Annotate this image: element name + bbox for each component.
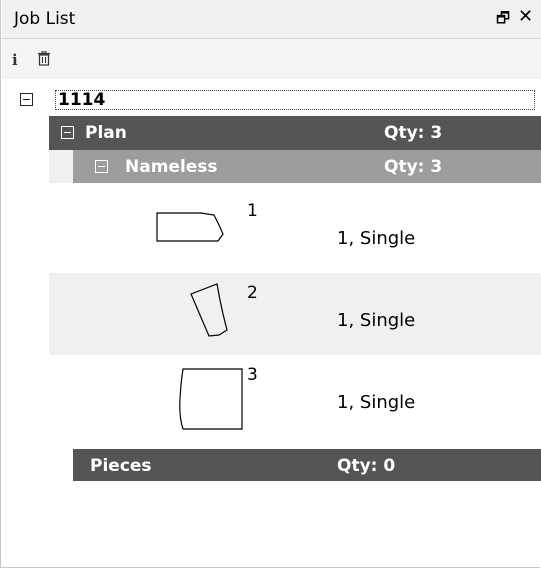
indent-spacer [49, 150, 73, 183]
collapse-icon[interactable] [20, 93, 33, 106]
plan-node[interactable]: Plan Qty: 3 [49, 116, 541, 150]
pin-icon[interactable]: 🗗 [496, 8, 510, 33]
info-icon[interactable]: i [12, 51, 18, 69]
delete-icon[interactable] [37, 50, 51, 70]
piece-row[interactable]: 3 1, Single [49, 355, 541, 442]
piece-shape-icon [179, 368, 243, 430]
pieces-node[interactable]: Pieces Qty: 0 [73, 449, 541, 481]
plan-qty: Qty: 3 [384, 123, 443, 143]
toolbar: i [2, 39, 541, 79]
piece-info: 1, Single [337, 228, 416, 249]
piece-shape-icon [190, 283, 228, 337]
plan-label: Plan [85, 123, 127, 143]
piece-row[interactable]: 2 1, Single [49, 273, 541, 355]
piece-number: 2 [247, 283, 258, 303]
piece-number: 3 [247, 365, 258, 385]
piece-number: 1 [247, 201, 258, 221]
panel-titlebar: Job List 🗗 ✕ [2, 0, 541, 39]
tree-root-row[interactable]: 1114 [2, 86, 541, 114]
piece-row[interactable]: 1 1, Single [49, 183, 541, 273]
collapse-icon[interactable] [95, 160, 108, 173]
job-list-panel: Job List 🗗 ✕ i 1114 Plan Qty: 3 Nameless… [0, 0, 541, 568]
close-icon[interactable]: ✕ [518, 6, 533, 27]
group-qty: Qty: 3 [384, 157, 443, 177]
piece-info: 1, Single [337, 310, 416, 331]
root-label[interactable]: 1114 [55, 90, 535, 110]
collapse-icon[interactable] [61, 126, 74, 139]
pieces-qty: Qty: 0 [337, 456, 396, 476]
piece-shape-icon [156, 212, 224, 242]
group-node[interactable]: Nameless Qty: 3 [73, 150, 541, 183]
piece-info: 1, Single [337, 392, 416, 413]
pieces-label: Pieces [90, 456, 152, 476]
group-label: Nameless [125, 157, 218, 177]
panel-title: Job List [14, 9, 76, 29]
